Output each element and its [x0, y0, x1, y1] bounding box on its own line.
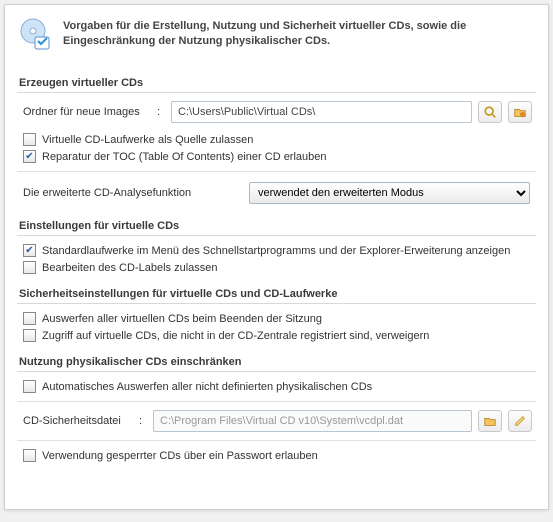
eject-all-checkbox[interactable]: [23, 312, 36, 325]
deny-unreg-row: Zugriff auf virtuelle CDs, die nicht in …: [17, 327, 536, 344]
allow-source-label: Virtuelle CD-Laufwerke als Quelle zulass…: [42, 134, 253, 146]
edit-label-checkbox[interactable]: [23, 261, 36, 274]
folder-row: Ordner für neue Images :: [17, 99, 536, 125]
divider: [17, 440, 536, 441]
locked-pw-checkbox[interactable]: [23, 449, 36, 462]
header-cd-icon: [17, 17, 53, 53]
deny-unreg-checkbox[interactable]: [23, 329, 36, 342]
toc-repair-row: Reparatur der TOC (Table Of Contents) ei…: [17, 148, 536, 165]
auto-eject-row: Automatisches Auswerfen aller nicht defi…: [17, 378, 536, 395]
secfile-input[interactable]: [153, 410, 472, 432]
header: Vorgaben für die Erstellung, Nutzung und…: [17, 13, 536, 65]
locked-pw-label: Verwendung gesperrter CDs über ein Passw…: [42, 450, 318, 462]
default-drives-checkbox[interactable]: [23, 244, 36, 257]
toc-repair-label: Reparatur der TOC (Table Of Contents) ei…: [42, 151, 327, 163]
eject-all-label: Auswerfen aller virtuellen CDs beim Been…: [42, 313, 322, 325]
analysis-label: Die erweiterte CD-Analysefunktion: [23, 187, 243, 199]
edit-label-label: Bearbeiten des CD-Labels zulassen: [42, 262, 218, 274]
section-title-create: Erzeugen virtueller CDs: [17, 73, 536, 93]
allow-source-checkbox[interactable]: [23, 133, 36, 146]
edit-label-row: Bearbeiten des CD-Labels zulassen: [17, 259, 536, 276]
auto-eject-checkbox[interactable]: [23, 380, 36, 393]
analysis-row: Die erweiterte CD-Analysefunktion verwen…: [17, 178, 536, 208]
folder-input[interactable]: [171, 101, 472, 123]
header-text: Vorgaben für die Erstellung, Nutzung und…: [63, 17, 536, 50]
default-folder-button[interactable]: [508, 101, 532, 123]
section-title-physical: Nutzung physikalischer CDs einschränken: [17, 352, 536, 372]
allow-source-row: Virtuelle CD-Laufwerke als Quelle zulass…: [17, 131, 536, 148]
divider: [17, 171, 536, 172]
secfile-row: CD-Sicherheitsdatei :: [17, 408, 536, 434]
locked-pw-row: Verwendung gesperrter CDs über ein Passw…: [17, 447, 536, 464]
settings-panel: Vorgaben für die Erstellung, Nutzung und…: [4, 4, 549, 510]
deny-unreg-label: Zugriff auf virtuelle CDs, die nicht in …: [42, 330, 429, 342]
browse-secfile-button[interactable]: [478, 410, 502, 432]
default-drives-label: Standardlaufwerke im Menü des Schnellsta…: [42, 245, 510, 257]
secfile-label: CD-Sicherheitsdatei: [23, 415, 133, 427]
analysis-select[interactable]: verwendet den erweiterten Modus: [249, 182, 530, 204]
toc-repair-checkbox[interactable]: [23, 150, 36, 163]
divider: [17, 401, 536, 402]
auto-eject-label: Automatisches Auswerfen aller nicht defi…: [42, 381, 372, 393]
edit-secfile-button[interactable]: [508, 410, 532, 432]
folder-label: Ordner für neue Images: [23, 106, 151, 118]
default-drives-row: Standardlaufwerke im Menü des Schnellsta…: [17, 242, 536, 259]
section-title-vcd-settings: Einstellungen für virtuelle CDs: [17, 216, 536, 236]
section-title-security: Sicherheitseinstellungen für virtuelle C…: [17, 284, 536, 304]
eject-all-row: Auswerfen aller virtuellen CDs beim Been…: [17, 310, 536, 327]
browse-folder-button[interactable]: [478, 101, 502, 123]
